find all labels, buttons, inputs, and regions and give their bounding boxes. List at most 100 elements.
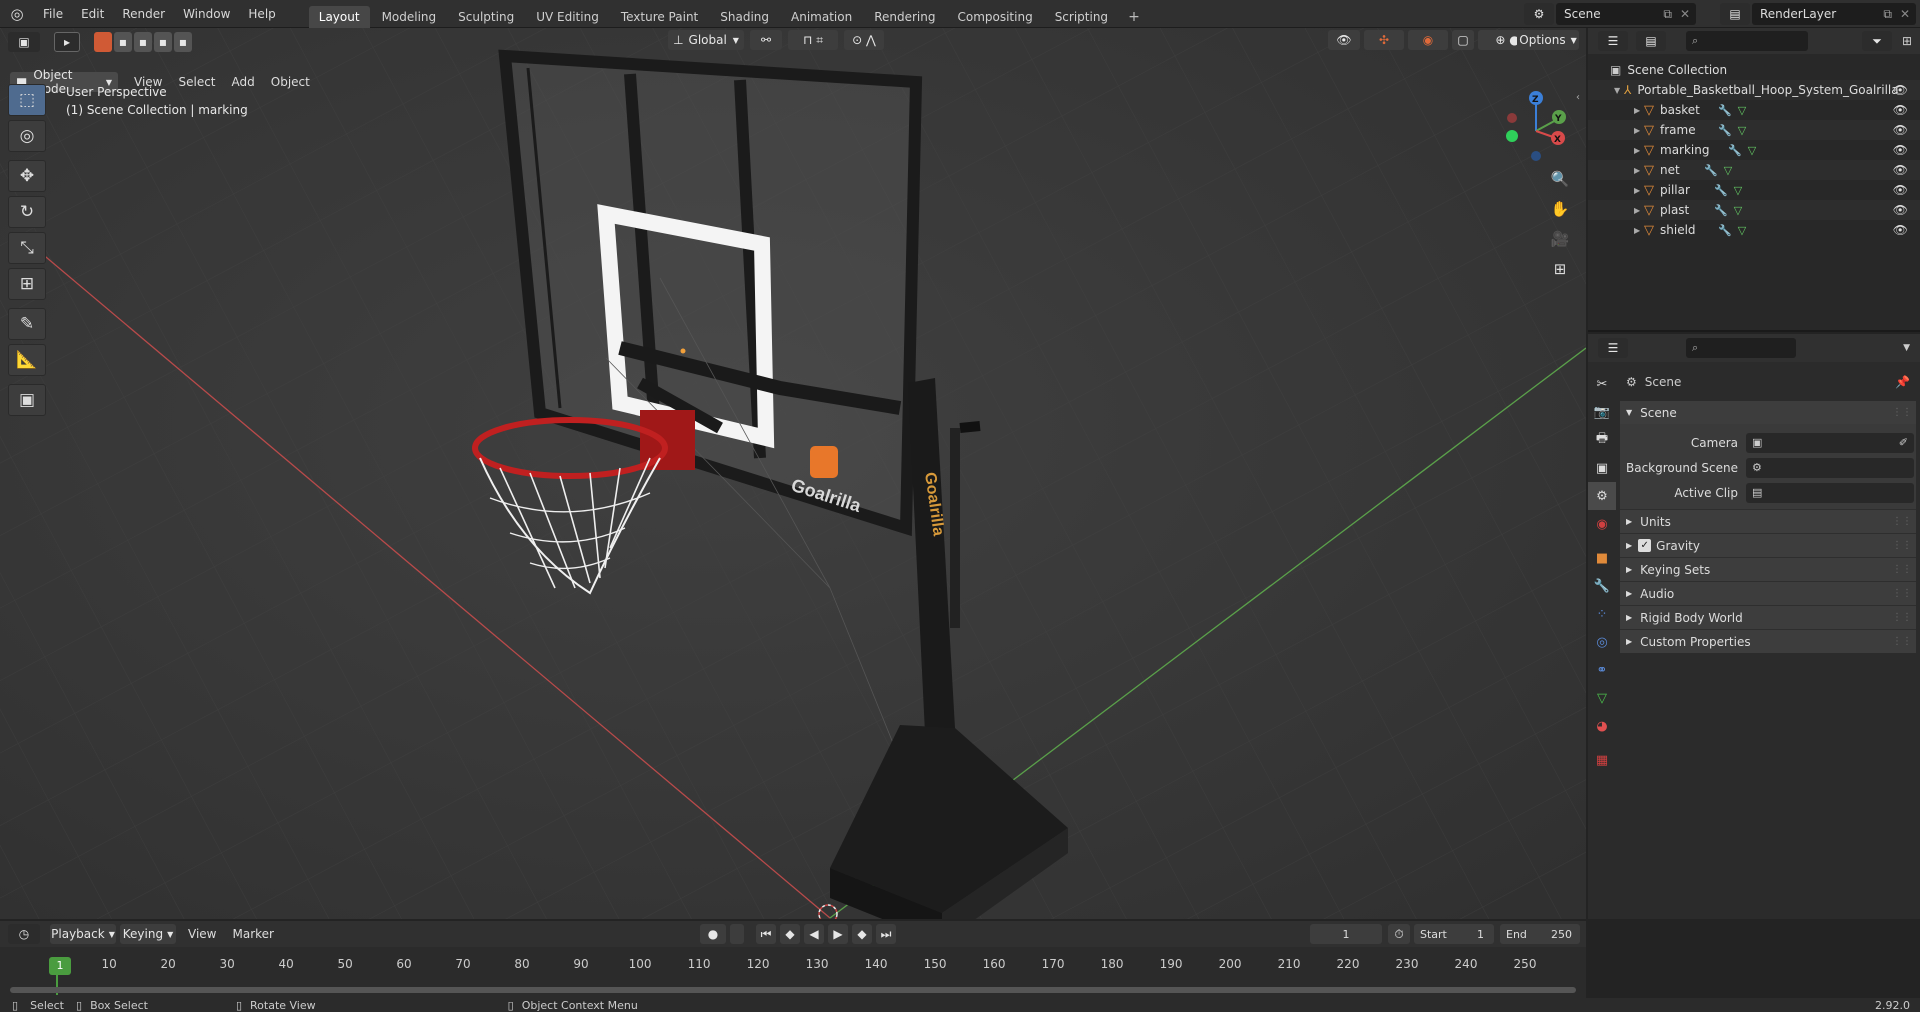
rigid-body-world-panel[interactable]: ▶ Rigid Body World ⋮⋮ xyxy=(1620,605,1916,629)
visibility-icon[interactable]: 👁 xyxy=(1328,30,1360,50)
sidebar-toggle-icon[interactable]: ‹ xyxy=(1576,92,1580,103)
constraints-tab-icon[interactable]: ⚭ xyxy=(1588,656,1616,684)
properties-search-input[interactable]: ⌕ xyxy=(1686,338,1796,358)
select-subtract-icon[interactable]: ▪ xyxy=(134,32,152,52)
auto-key-options-icon[interactable] xyxy=(730,924,744,944)
expand-right-icon[interactable]: ▶ xyxy=(1634,106,1644,115)
visibility-eye-icon[interactable]: 👁 xyxy=(1893,143,1908,157)
particles-tab-icon[interactable]: ⁘ xyxy=(1588,600,1616,628)
cursor-icon[interactable]: ◎ xyxy=(8,120,46,152)
menu-help[interactable]: Help xyxy=(239,0,284,28)
proportional-edit-icon[interactable]: ⊙ ⋀ xyxy=(844,30,884,50)
scene-selector-icon[interactable]: ⚙ xyxy=(1524,3,1554,25)
outliner-item-shield[interactable]: ▶ ▽ shield 🔧 ▽ 👁 xyxy=(1588,220,1920,240)
modifier-wrench-icon[interactable]: 🔧 xyxy=(1714,184,1728,197)
gravity-panel[interactable]: ▶ ✓ Gravity ⋮⋮ xyxy=(1620,533,1916,557)
keying-dropdown[interactable]: Keying ▼ xyxy=(120,924,176,944)
add-cube-icon[interactable]: ▣ xyxy=(8,384,46,416)
view-layer-tab-icon[interactable]: ▣ xyxy=(1588,454,1616,482)
drag-handle-icon[interactable]: ⋮⋮ xyxy=(1892,516,1912,527)
pan-hand-icon[interactable]: ✋ xyxy=(1546,196,1574,222)
visibility-eye-icon[interactable]: 👁 xyxy=(1893,163,1908,177)
scale-icon[interactable]: ⤡ xyxy=(8,232,46,264)
outliner-editor-type-icon[interactable]: ☰ xyxy=(1598,31,1628,51)
drag-handle-icon[interactable]: ⋮⋮ xyxy=(1892,612,1912,623)
pivot-point-icon[interactable]: ⚯ xyxy=(750,30,782,50)
scene-collection-row[interactable]: ▣ Scene Collection xyxy=(1588,60,1920,80)
outliner-item-plast[interactable]: ▶ ▽ plast 🔧 ▽ 👁 xyxy=(1588,200,1920,220)
tab-compositing[interactable]: Compositing xyxy=(947,6,1042,28)
tab-texture-paint[interactable]: Texture Paint xyxy=(611,6,708,28)
3d-viewport[interactable]: Goalrilla Goalrilla Z Y X ▣ ▸ ▪ ▪ ▪ ▪ ■ … xyxy=(0,28,1586,919)
modifier-wrench-icon[interactable]: 🔧 xyxy=(1718,124,1732,137)
expand-right-icon[interactable]: ▶ xyxy=(1634,206,1644,215)
annotate-icon[interactable]: ✎ xyxy=(8,308,46,340)
visibility-eye-icon[interactable]: 👁 xyxy=(1893,223,1908,237)
visibility-eye-icon[interactable]: 👁 xyxy=(1893,123,1908,137)
background-scene-field[interactable]: ⚙ xyxy=(1746,457,1914,478)
tab-scripting[interactable]: Scripting xyxy=(1045,6,1118,28)
active-clip-field[interactable]: ▤ xyxy=(1746,482,1914,503)
menu-edit[interactable]: Edit xyxy=(72,0,113,28)
tab-modeling[interactable]: Modeling xyxy=(372,6,447,28)
properties-editor-type-icon[interactable]: ☰ xyxy=(1598,338,1628,358)
transform-orientation-dropdown[interactable]: ⊥ Global ▼ xyxy=(668,30,744,50)
preview-range-icon[interactable]: ⏱ xyxy=(1388,924,1410,944)
modifier-tab-icon[interactable]: 🔧 xyxy=(1588,572,1616,600)
next-keyframe-icon[interactable]: ◆ xyxy=(852,924,872,944)
jump-end-icon[interactable]: ⏭ xyxy=(876,924,896,944)
expand-right-icon[interactable]: ▶ xyxy=(1634,146,1644,155)
tab-animation[interactable]: Animation xyxy=(781,6,862,28)
xray-toggle-icon[interactable]: ▢ xyxy=(1452,30,1474,50)
viewport-canvas[interactable]: Goalrilla Goalrilla Z Y X xyxy=(0,28,1586,919)
outliner-item-frame[interactable]: ▶ ▽ frame 🔧 ▽ 👁 xyxy=(1588,120,1920,140)
output-tab-icon[interactable]: 🖶 xyxy=(1588,426,1616,454)
drag-handle-icon[interactable]: ⋮⋮ xyxy=(1892,588,1912,599)
select-tool-icon[interactable]: ▸ xyxy=(54,32,80,52)
menu-render[interactable]: Render xyxy=(113,0,174,28)
mesh-data-icon[interactable]: ▽ xyxy=(1734,204,1742,217)
select-intersect-icon[interactable]: ▪ xyxy=(174,32,192,52)
gizmo-toggle-icon[interactable]: ✣ xyxy=(1364,30,1404,50)
scene-name-field[interactable]: Scene ⧉ ✕ xyxy=(1556,3,1696,25)
scene-tab-icon[interactable]: ⚙ xyxy=(1588,482,1616,510)
eyedropper-icon[interactable]: ✐ xyxy=(1899,436,1908,449)
filter-icon[interactable]: ⏷ xyxy=(1862,31,1892,51)
timeline-menu-marker[interactable]: Marker xyxy=(232,927,273,941)
modifier-wrench-icon[interactable]: 🔧 xyxy=(1704,164,1718,177)
select-box-icon[interactable]: ⬚ xyxy=(8,84,46,116)
tab-uv-editing[interactable]: UV Editing xyxy=(526,6,609,28)
menu-window[interactable]: Window xyxy=(174,0,239,28)
outliner-item-pillar[interactable]: ▶ ▽ pillar 🔧 ▽ 👁 xyxy=(1588,180,1920,200)
current-frame-field[interactable]: 1 xyxy=(1310,924,1382,944)
copy-layer-icon[interactable]: ⧉ xyxy=(1883,7,1892,22)
start-frame-field[interactable]: Start 1 xyxy=(1414,924,1494,944)
expand-right-icon[interactable]: ▶ xyxy=(1634,226,1644,235)
modifier-wrench-icon[interactable]: 🔧 xyxy=(1714,204,1728,217)
expand-down-icon[interactable]: ▼ xyxy=(1614,86,1624,95)
drag-handle-icon[interactable]: ⋮⋮ xyxy=(1892,636,1912,647)
close-scene-icon[interactable]: ✕ xyxy=(1680,7,1690,21)
mesh-data-icon[interactable]: ▽ xyxy=(1738,104,1746,117)
render-tab-icon[interactable]: 📷 xyxy=(1588,398,1616,426)
snapping-icon[interactable]: ⊓ ⌗ xyxy=(788,30,838,50)
playback-dropdown[interactable]: Playback ▼ xyxy=(50,924,116,944)
pin-icon[interactable]: 📌 xyxy=(1895,375,1910,389)
keying-sets-panel[interactable]: ▶ Keying Sets ⋮⋮ xyxy=(1620,557,1916,581)
outliner-search-input[interactable]: ⌕ xyxy=(1686,31,1808,51)
modifier-wrench-icon[interactable]: 🔧 xyxy=(1718,224,1732,237)
editor-type-icon[interactable]: ▣ xyxy=(8,32,40,52)
camera-view-icon[interactable]: 🎥 xyxy=(1546,226,1574,252)
transform-icon[interactable]: ⊞ xyxy=(8,268,46,300)
frame-ruler[interactable]: 1102030405060708090100110120130140150160… xyxy=(0,957,1586,979)
select-extend-icon[interactable]: ▪ xyxy=(114,32,132,52)
timeline-menu-view[interactable]: View xyxy=(188,927,216,941)
rotate-icon[interactable]: ↻ xyxy=(8,196,46,228)
zoom-icon[interactable]: 🔍 xyxy=(1546,166,1574,192)
prev-keyframe-icon[interactable]: ◆ xyxy=(780,924,800,944)
tab-sculpting[interactable]: Sculpting xyxy=(448,6,524,28)
new-collection-icon[interactable]: ⊞ xyxy=(1902,34,1912,48)
mesh-data-icon[interactable]: ▽ xyxy=(1734,184,1742,197)
blender-logo-icon[interactable]: ◎ xyxy=(0,0,34,28)
tab-rendering[interactable]: Rendering xyxy=(864,6,945,28)
